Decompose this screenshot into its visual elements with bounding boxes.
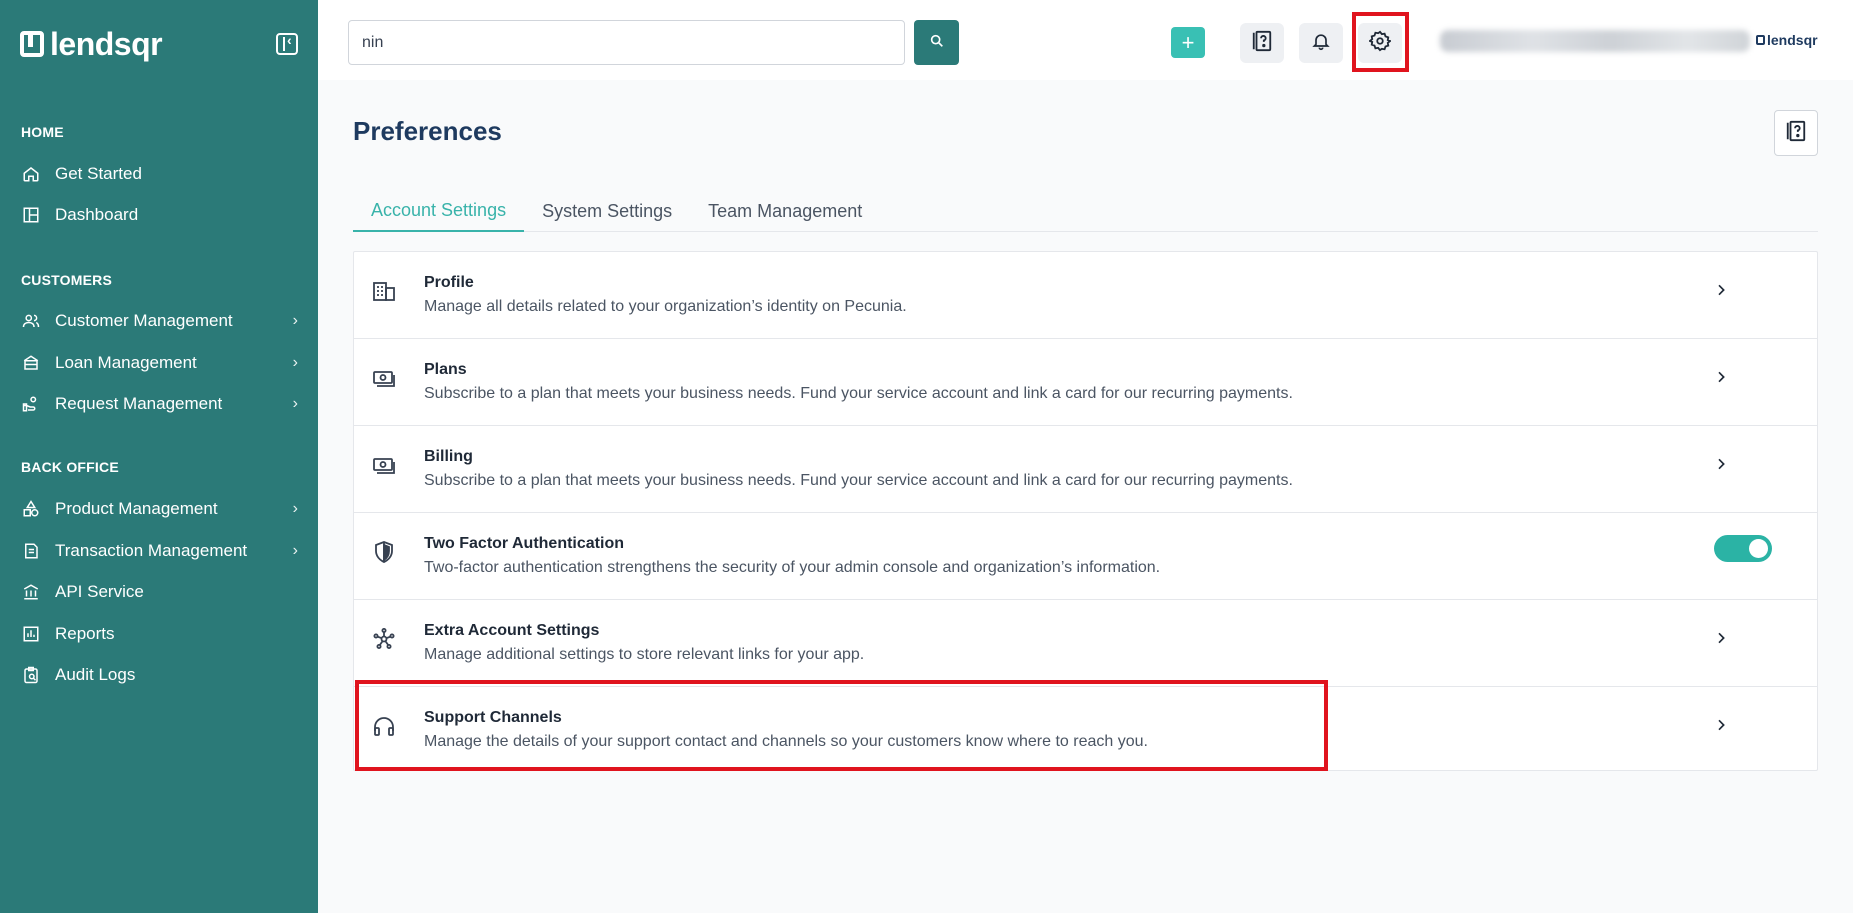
sidebar-item-label: Reports [55,624,115,643]
user-email-redacted [1440,30,1750,52]
sidebar-item-label: Customer Management [55,311,233,330]
search-input[interactable] [348,20,905,65]
support-channels-highlight [355,680,1328,771]
search-icon [929,33,945,52]
bell-icon [1311,31,1331,56]
sidebar-item-label: Dashboard [55,205,139,224]
sidebar-item-audit-logs[interactable]: Audit Logs [21,662,298,688]
sidebar-item-label: Request Management [55,394,223,413]
sidebar-item-product-management[interactable]: Product Management › [21,496,298,522]
org-logo-text: lendsqr [1767,32,1818,48]
users-icon [21,311,41,331]
help-book-icon [1251,30,1273,57]
search-button[interactable] [914,20,959,65]
page-title: Preferences [353,116,502,146]
setting-row-plans[interactable]: Plans Subscribe to a plan that meets you… [354,339,1817,426]
setting-description: Manage additional settings to store rele… [424,646,865,663]
sidebar-header: lendsqr [20,26,298,62]
preferences-tabs: Account Settings System Settings Team Ma… [353,190,1818,232]
setting-title: Plans [424,361,467,378]
add-button[interactable]: + [1171,27,1205,58]
brand-name: lendsqr [50,25,163,62]
sidebar-item-customer-management[interactable]: Customer Management › [21,308,298,334]
brand-logo[interactable]: lendsqr [20,25,163,63]
chevron-right-icon: › [292,500,298,517]
clipboard-icon [21,665,41,685]
setting-title: Billing [424,448,473,465]
chevron-right-icon: › [292,395,298,412]
shield-icon [372,540,398,566]
setting-title: Profile [424,274,474,291]
dashboard-icon [21,205,41,225]
setting-row-profile[interactable]: Profile Manage all details related to yo… [354,252,1817,339]
two-factor-toggle[interactable] [1714,535,1772,562]
sidebar-item-label: Transaction Management [55,541,248,560]
home-icon [21,164,41,184]
setting-description: Manage all details related to your organ… [424,298,907,315]
cash-icon [372,366,398,392]
section-customers: CUSTOMERS [21,272,112,288]
chevron-right-icon [1713,630,1729,646]
sidebar: lendsqr HOME Get Started Dashboard CUSTO… [0,0,318,913]
sidebar-item-dashboard[interactable]: Dashboard [21,202,298,228]
tab-system-settings[interactable]: System Settings [524,190,690,232]
chevron-right-icon: › [292,312,298,329]
setting-title: Two Factor Authentication [424,535,624,552]
building-icon [21,582,41,602]
chevron-right-icon: › [292,354,298,371]
sidebar-item-label: Audit Logs [55,665,136,684]
setting-row-two-factor: Two Factor Authentication Two-factor aut… [354,513,1817,600]
chevron-right-icon [1713,282,1729,298]
org-logo[interactable]: lendsqr [1756,32,1818,48]
setting-row-billing[interactable]: Billing Subscribe to a plan that meets y… [354,426,1817,513]
chevron-right-icon [1713,717,1729,733]
sidebar-item-request-management[interactable]: Request Management › [21,391,298,417]
building-icon [372,279,398,305]
setting-description: Two-factor authentication strengthens th… [424,559,1161,576]
page-help-button[interactable] [1774,110,1818,156]
chevron-right-icon [1713,456,1729,472]
plus-icon: + [1181,29,1195,55]
sidebar-item-api-service[interactable]: API Service [21,579,298,605]
logo-mark-icon [1756,35,1765,45]
sidebar-item-label: Get Started [55,164,142,183]
help-book-icon [1785,120,1807,147]
topbar: + lendsqr [318,0,1853,80]
setting-title: Extra Account Settings [424,622,600,639]
setting-description: Subscribe to a plan that meets your busi… [424,385,1293,402]
tab-team-management[interactable]: Team Management [690,190,880,232]
shapes-icon [21,499,41,519]
logo-mark-icon [20,31,44,57]
setting-row-extra-account[interactable]: Extra Account Settings Manage additional… [354,600,1817,687]
sidebar-item-label: API Service [55,582,144,601]
sidebar-item-loan-management[interactable]: Loan Management › [21,350,298,376]
chevron-right-icon: › [292,542,298,559]
sidebar-item-get-started[interactable]: Get Started [21,161,298,187]
sidebar-item-transaction-management[interactable]: Transaction Management › [21,538,298,564]
setting-description: Subscribe to a plan that meets your busi… [424,472,1293,489]
section-back-office: BACK OFFICE [21,459,119,475]
sidebar-item-label: Loan Management [55,353,197,372]
network-icon [372,627,398,653]
help-center-button[interactable] [1240,23,1284,63]
cash-icon [372,453,398,479]
collapse-sidebar-icon[interactable] [276,32,298,55]
notifications-button[interactable] [1299,23,1343,63]
chart-icon [21,624,41,644]
bank-icon [21,353,41,373]
section-home: HOME [21,124,64,140]
tab-account-settings[interactable]: Account Settings [353,190,525,232]
sidebar-item-reports[interactable]: Reports [21,621,298,647]
transaction-icon [21,541,41,561]
sidebar-item-label: Product Management [55,499,218,518]
chevron-right-icon [1713,369,1729,385]
hand-coin-icon [21,394,41,414]
settings-highlight [1352,12,1409,72]
